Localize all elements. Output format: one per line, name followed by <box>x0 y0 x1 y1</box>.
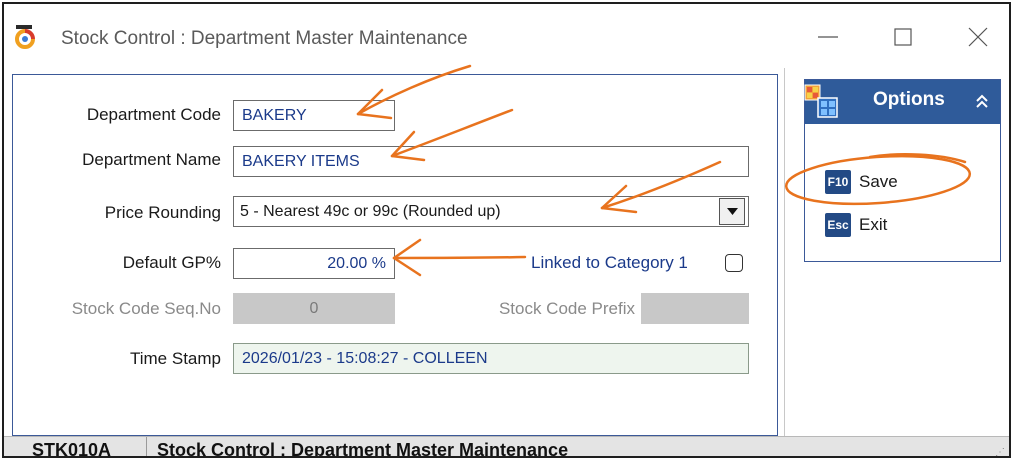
default-gp-input[interactable]: 20.00 % <box>233 248 395 279</box>
department-form-panel: Department Code BAKERY Department Name B… <box>12 74 778 436</box>
status-program-code: STK010A <box>32 440 112 458</box>
department-name-label: Department Name <box>82 150 221 169</box>
price-rounding-dropdown-button[interactable] <box>719 198 745 225</box>
panel-divider <box>784 68 785 436</box>
exit-option-label: Exit <box>859 215 888 234</box>
app-window: Stock Control : Department Master Mainte… <box>2 2 1011 458</box>
status-bar: STK010A Stock Control : Department Maste… <box>4 436 1009 458</box>
time-stamp-field: 2026/01/23 - 15:08:27 - COLLEEN <box>233 343 749 374</box>
maximize-button[interactable] <box>884 22 924 52</box>
resize-grip-icon[interactable]: ⋰ <box>995 447 1005 456</box>
title-bar: Stock Control : Department Master Mainte… <box>4 4 1009 68</box>
status-separator <box>146 437 147 456</box>
close-icon <box>968 27 988 47</box>
window-title: Stock Control : Department Master Mainte… <box>61 28 468 49</box>
esc-key-icon: Esc <box>825 213 851 237</box>
department-name-input[interactable]: BAKERY ITEMS <box>233 146 749 177</box>
maximize-icon <box>894 28 912 46</box>
double-chevron-up-icon[interactable] <box>975 93 989 109</box>
f10-key-icon: F10 <box>825 170 851 194</box>
app-logo-icon <box>14 25 36 49</box>
stock-code-prefix-label: Stock Code Prefix <box>498 299 635 318</box>
minimize-button[interactable] <box>809 22 849 52</box>
options-title: Options <box>873 89 945 110</box>
options-panel: Options F10 Save Esc Exit <box>804 79 1001 262</box>
save-option[interactable]: F10 Save <box>825 170 985 196</box>
options-grid-icon <box>803 83 839 119</box>
save-option-label: Save <box>859 172 898 191</box>
minimize-icon <box>818 36 838 38</box>
stock-code-seq-input: 0 <box>233 293 395 324</box>
linked-category-label: Linked to Category 1 <box>531 253 688 272</box>
stock-code-seq-label: Stock Code Seq.No <box>71 299 221 318</box>
default-gp-label: Default GP% <box>122 253 221 272</box>
linked-category-checkbox[interactable] <box>725 254 743 272</box>
department-code-input[interactable]: BAKERY <box>233 100 395 131</box>
status-title: Stock Control : Department Master Mainte… <box>157 440 569 458</box>
stock-code-prefix-input <box>641 293 749 324</box>
price-rounding-select[interactable]: 5 - Nearest 49c or 99c (Rounded up) <box>233 196 749 227</box>
price-rounding-value: 5 - Nearest 49c or 99c (Rounded up) <box>240 203 501 220</box>
department-code-label: Department Code <box>86 105 221 124</box>
close-button[interactable] <box>959 22 999 52</box>
price-rounding-label: Price Rounding <box>104 203 221 222</box>
exit-option[interactable]: Esc Exit <box>825 213 985 239</box>
time-stamp-label: Time Stamp <box>129 349 221 368</box>
options-header[interactable]: Options <box>803 80 1000 124</box>
chevron-down-icon <box>727 208 738 215</box>
